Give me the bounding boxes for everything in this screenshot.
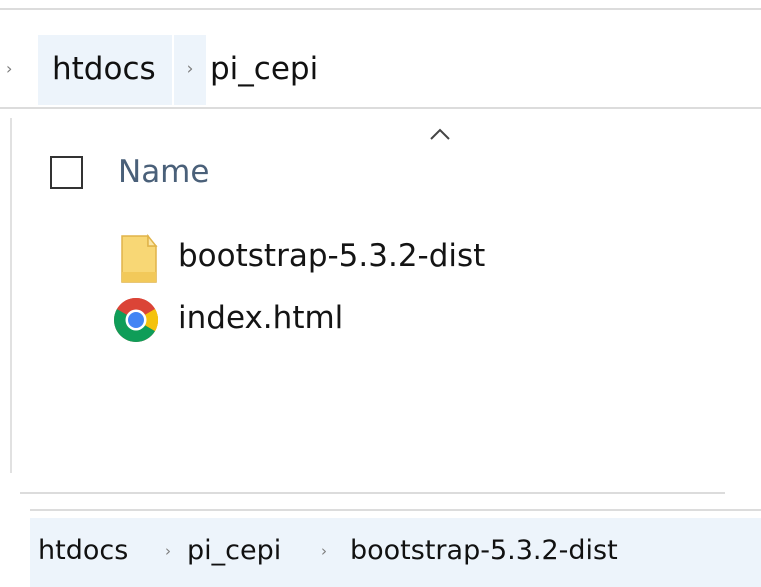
top-divider [0, 8, 761, 10]
breadcrumb-item-bootstrap[interactable]: bootstrap-5.3.2-dist [350, 518, 618, 587]
breadcrumb-item-label: pi_cepi [187, 535, 282, 566]
breadcrumb-item-label: bootstrap-5.3.2-dist [350, 535, 618, 566]
list-item[interactable]: index.html [110, 290, 670, 350]
bottom-divider-2 [30, 509, 761, 511]
breadcrumb-top: › htdocs › pi_cepi [0, 35, 761, 105]
sort-ascending-icon[interactable] [428, 126, 452, 142]
chrome-icon [114, 298, 158, 342]
bottom-divider [20, 492, 725, 494]
list-left-border [10, 118, 12, 473]
breadcrumb-item-pi-cepi[interactable]: pi_cepi [210, 35, 318, 105]
file-explorer-screenshot: › htdocs › pi_cepi Name bootstrap-5.3.2-… [0, 0, 761, 587]
select-all-checkbox[interactable] [50, 156, 83, 189]
breadcrumb-item-label: htdocs [38, 535, 129, 566]
folder-icon [121, 233, 158, 283]
breadcrumb-item-label: pi_cepi [210, 51, 319, 87]
file-name: bootstrap-5.3.2-dist [178, 238, 486, 274]
breadcrumb-item-htdocs[interactable]: htdocs [38, 518, 128, 587]
breadcrumb-lead-chevron-icon[interactable]: › [6, 59, 12, 79]
breadcrumb-bottom: htdocs › pi_cepi › bootstrap-5.3.2-dist [30, 518, 761, 587]
column-header-name[interactable]: Name [118, 152, 209, 192]
breadcrumb-separator-icon[interactable]: › [174, 35, 206, 105]
breadcrumb-separator-icon[interactable]: › [154, 518, 182, 587]
file-name: index.html [178, 300, 344, 336]
breadcrumb-item-pi-cepi[interactable]: pi_cepi [187, 518, 281, 587]
breadcrumb-item-htdocs[interactable]: htdocs [38, 35, 172, 105]
list-item[interactable]: bootstrap-5.3.2-dist [110, 228, 670, 288]
breadcrumb-separator-icon[interactable]: › [310, 518, 338, 587]
breadcrumb-divider [0, 107, 761, 109]
breadcrumb-item-label: htdocs [52, 51, 156, 87]
